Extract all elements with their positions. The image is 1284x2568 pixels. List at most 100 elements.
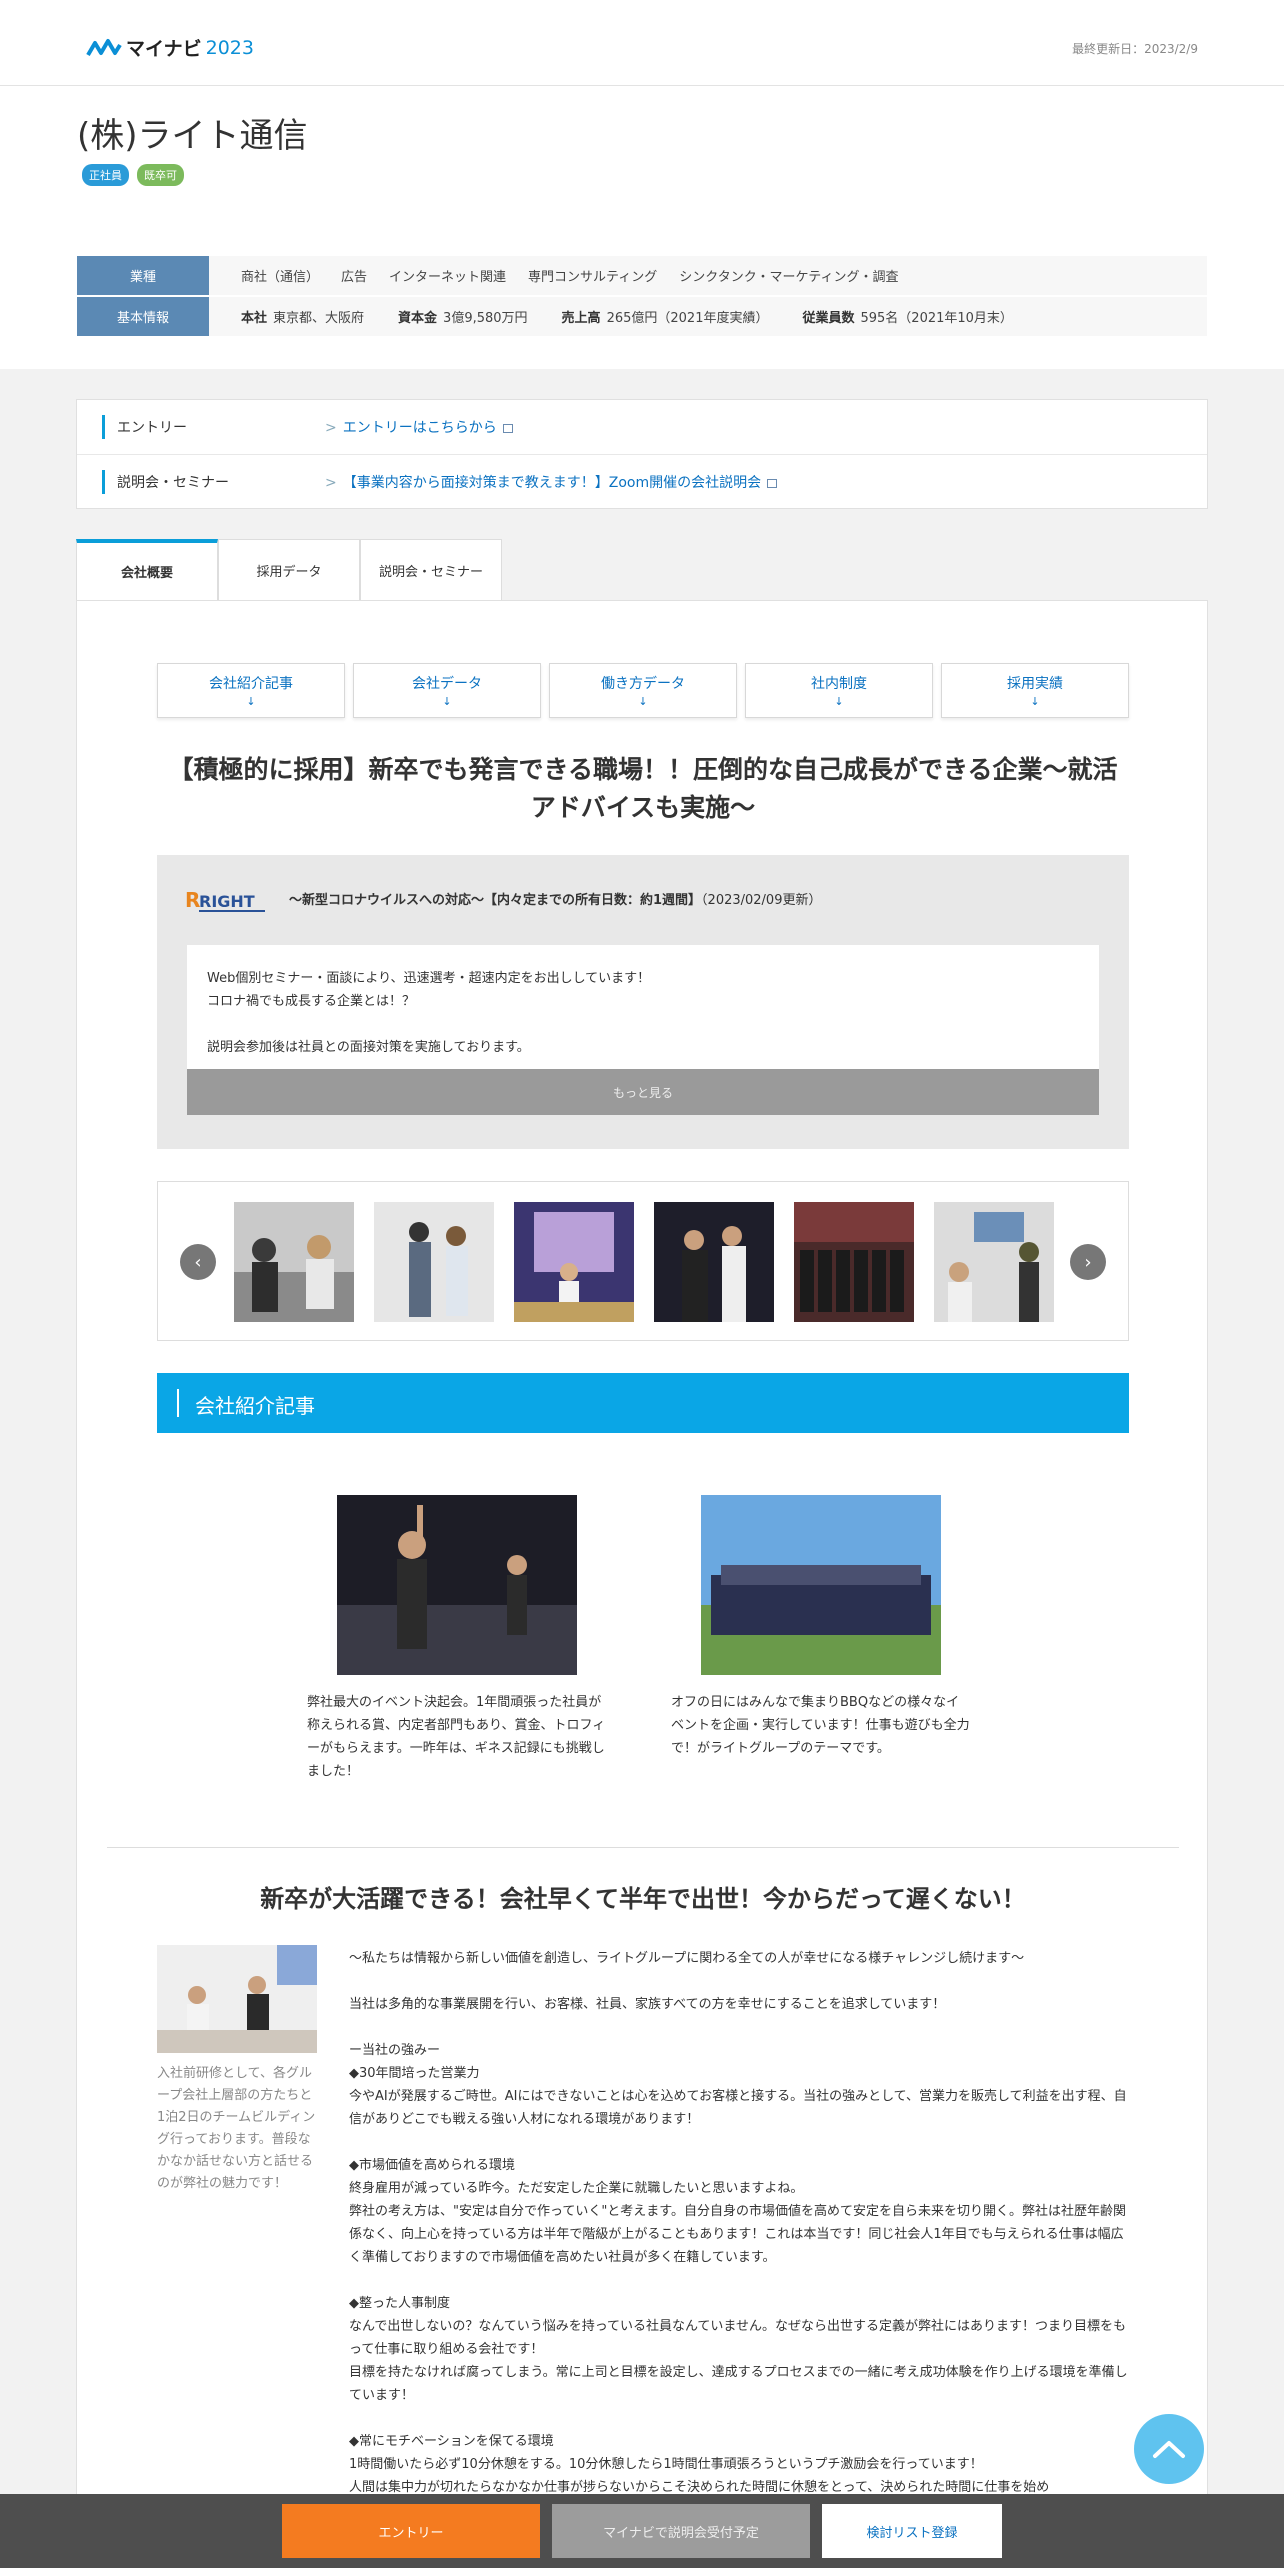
news-text: Web個別セミナー・面談により、迅速選考・超速内定をお出ししています！ コロナ禍… bbox=[187, 945, 1099, 1081]
basic-info-value: 595名（2021年10月末） bbox=[860, 311, 1013, 326]
catch-headline: 【積極的に採用】新卒でも発言できる職場！！圧倒的な自己成長ができる企業～就活アド… bbox=[168, 755, 1118, 822]
entry-label: エントリー bbox=[117, 420, 187, 436]
mynavi-logo-icon bbox=[86, 38, 122, 56]
news-line: Web個別セミナー・面談により、迅速選考・超速内定をお出ししています！ bbox=[207, 971, 651, 986]
section-divider bbox=[177, 1389, 179, 1417]
anchor-company-data[interactable]: 会社データ ↓ bbox=[353, 663, 541, 718]
description-line bbox=[349, 2407, 1129, 2430]
entry-link-text: エントリーはこちらから bbox=[342, 420, 497, 436]
accent-bar bbox=[102, 415, 105, 439]
carousel-photo[interactable] bbox=[934, 1202, 1054, 1322]
description-line: 目標を持たなければ腐ってしまう。常に上司と目標を設定し、達成するプロセスまでの一… bbox=[349, 2365, 1128, 2403]
add-to-list-button[interactable]: 検討リスト登録 bbox=[822, 2504, 1002, 2558]
training-photo[interactable] bbox=[157, 1945, 317, 2053]
description-line bbox=[349, 1970, 1129, 1993]
carousel-photo[interactable] bbox=[794, 1202, 914, 1322]
basic-info-item: 資本金 3億9,580万円 bbox=[398, 307, 528, 326]
tag-fulltime: 正社員 bbox=[82, 164, 129, 186]
entry-box: エントリー > エントリーはこちらから 説明会・セミナー > 【事業内容から面接対策… bbox=[76, 399, 1208, 509]
basic-info-key: 従業員数 bbox=[802, 311, 855, 326]
carousel-photo[interactable] bbox=[514, 1202, 634, 1322]
industry-item: シンクタンク・マーケティング・調査 bbox=[679, 270, 899, 285]
article-card: 弊社最大のイベント決起会。1年間頑張った社員が称えられる賞、内定者部門もあり、賞… bbox=[307, 1495, 607, 1783]
carousel-photo[interactable] bbox=[374, 1202, 494, 1322]
basic-info-value: 3億9,580万円 bbox=[443, 311, 528, 326]
industry-label: 業種 bbox=[77, 256, 209, 295]
basic-info-item: 従業員数 595名（2021年10月末） bbox=[802, 307, 1012, 326]
description-line: なんで出世しないの？なんていう悩みを持っている社員なんていません。なぜなら出世す… bbox=[349, 2319, 1127, 2357]
main-content: 会社紹介記事 ↓ 会社データ ↓ 働き方データ ↓ 社内制度 ↓ 採用実績 ↓ 【積極的に… bbox=[76, 600, 1208, 2568]
industry-row: 業種 商社（通信） 広告 インターネット関連 専門コンサルティング シンクタンク… bbox=[77, 256, 1207, 295]
basic-info-row: 基本情報 本社 東京都、大阪府 資本金 3億9,580万円 売上高 265億円（202… bbox=[77, 297, 1207, 336]
anchor-workstyle-data[interactable]: 働き方データ ↓ bbox=[549, 663, 737, 718]
description-line: ◆市場価値を高められる環境 bbox=[349, 2158, 515, 2173]
arrow-down-icon: ↓ bbox=[246, 695, 256, 708]
basic-info-key: 本社 bbox=[241, 311, 268, 326]
tab-recruit-data[interactable]: 採用データ bbox=[218, 539, 360, 600]
anchor-label: 社内制度 bbox=[811, 676, 867, 692]
company-name: (株)ライト通信 bbox=[77, 116, 308, 156]
external-link-icon bbox=[502, 424, 513, 433]
industry-item: 商社（通信） bbox=[241, 270, 320, 285]
description-line: 当社は多角的な事業展開を行い、お客様、社員、家族すべての方を幸せにすることを追求… bbox=[349, 1997, 946, 2012]
arrow-down-icon: ↓ bbox=[638, 695, 648, 708]
company-description: ～私たちは情報から新しい価値を創造し、ライトグループに関わる全ての人が幸せになる… bbox=[349, 1947, 1129, 2499]
carousel-photo[interactable] bbox=[654, 1202, 774, 1322]
anchor-company-articles[interactable]: 会社紹介記事 ↓ bbox=[157, 663, 345, 718]
chevron-up-icon bbox=[1153, 2441, 1185, 2458]
employment-tags: 正社員 既卒可 bbox=[82, 164, 184, 186]
arrow-down-icon: ↓ bbox=[834, 695, 844, 708]
sub-headline: 新卒が大活躍できる！会社早くて半年で出世！今からだって遅くない！ bbox=[260, 1885, 1026, 1913]
article-photo[interactable] bbox=[701, 1495, 941, 1675]
carousel-next-button[interactable]: › bbox=[1070, 1244, 1106, 1280]
news-title-main: ～新型コロナウイルスへの対応～【内々定までの所有日数：約1週間】 bbox=[289, 893, 702, 908]
industry-item: 専門コンサルティング bbox=[528, 270, 658, 285]
basic-info-label: 基本情報 bbox=[77, 297, 209, 336]
training-photo-caption: 入社前研修として、各グループ会社上層部の方たちと1泊2日のチームビルディング行っ… bbox=[157, 2066, 316, 2191]
industry-item: 広告 bbox=[341, 270, 368, 285]
description-line: 終身雇用が減っている昨今。ただ安定した企業に就職したいと思いますよね。 bbox=[349, 2181, 804, 2196]
description-line bbox=[349, 2131, 1129, 2154]
description-line: 弊社の考え方は、"安定は自分で作っていく"と考えます。自分自身の市場価値を高めて… bbox=[349, 2204, 1127, 2265]
news-body: Web個別セミナー・面談により、迅速選考・超速内定をお出ししています！ コロナ禍… bbox=[187, 945, 1099, 1115]
right-logo-text: RIGHT bbox=[199, 892, 255, 911]
news-line: 説明会参加後は社員との面接対策を実施しております。 bbox=[207, 1040, 530, 1055]
anchor-hiring-results[interactable]: 採用実績 ↓ bbox=[941, 663, 1129, 718]
arrow-down-icon: ↓ bbox=[1030, 695, 1040, 708]
description-line: 今やAIが発展するご時世。AIにはできないことは心を込めてお客様と接する。当社の… bbox=[349, 2089, 1127, 2127]
basic-info-key: 売上高 bbox=[561, 311, 601, 326]
seminar-row: 説明会・セミナー > 【事業内容から面接対策まで教えます！】Zoom開催の会社説明… bbox=[77, 454, 1207, 508]
anchor-label: 会社データ bbox=[412, 676, 482, 692]
description-line: ◆30年間培った営業力 bbox=[349, 2066, 480, 2081]
basic-info-values: 本社 東京都、大阪府 資本金 3億9,580万円 売上高 265億円（2021年度実績… bbox=[209, 297, 1013, 336]
entry-button[interactable]: エントリー bbox=[282, 2504, 540, 2558]
anchor-internal-systems[interactable]: 社内制度 ↓ bbox=[745, 663, 933, 718]
description-line: ◆整った人事制度 bbox=[349, 2296, 450, 2311]
article-photo[interactable] bbox=[337, 1495, 577, 1675]
photo-carousel: ‹ › bbox=[157, 1181, 1129, 1341]
show-more-button[interactable]: もっと見る bbox=[187, 1069, 1099, 1115]
tab-company-overview[interactable]: 会社概要 bbox=[76, 539, 218, 600]
page-tabs: 会社概要 採用データ 説明会・セミナー bbox=[76, 539, 502, 600]
carousel-photo[interactable] bbox=[234, 1202, 354, 1322]
tab-seminar[interactable]: 説明会・セミナー bbox=[360, 539, 502, 600]
accent-bar bbox=[102, 470, 105, 494]
anchor-label: 働き方データ bbox=[601, 676, 685, 692]
seminar-reservation-button[interactable]: マイナビで説明会受付予定 bbox=[552, 2504, 810, 2558]
carousel-prev-button[interactable]: ‹ bbox=[180, 1244, 216, 1280]
anchor-nav: 会社紹介記事 ↓ 会社データ ↓ 働き方データ ↓ 社内制度 ↓ 採用実績 ↓ bbox=[157, 663, 1129, 718]
page-top-button[interactable] bbox=[1134, 2414, 1204, 2484]
mynavi-logo[interactable]: マイナビ 2023 bbox=[86, 34, 254, 61]
description-line: ー当社の強みー bbox=[349, 2043, 441, 2058]
entry-link[interactable]: > エントリーはこちらから bbox=[325, 417, 513, 437]
article-caption: オフの日にはみんなで集まりBBQなどの様々なイベントを企画・実行しています！仕事… bbox=[671, 1695, 970, 1756]
news-line bbox=[207, 1013, 1079, 1036]
tag-graduate-ok: 既卒可 bbox=[137, 164, 184, 186]
seminar-label: 説明会・セミナー bbox=[117, 474, 229, 491]
description-line bbox=[349, 2269, 1129, 2292]
description-line: 1時間働いたら必ず10分休憩をする。10分休憩したら1時間仕事頑張ろうというプチ… bbox=[349, 2457, 983, 2472]
seminar-link[interactable]: > 【事業内容から面接対策まで教えます！】Zoom開催の会社説明会 bbox=[325, 472, 778, 492]
last-updated: 最終更新日：2023/2/9 bbox=[1072, 42, 1198, 56]
news-box: R RIGHT ～新型コロナウイルスへの対応～【内々定までの所有日数：約1週間】… bbox=[157, 855, 1129, 1149]
company-info-table: 業種 商社（通信） 広告 インターネット関連 専門コンサルティング シンクタンク… bbox=[77, 256, 1207, 338]
